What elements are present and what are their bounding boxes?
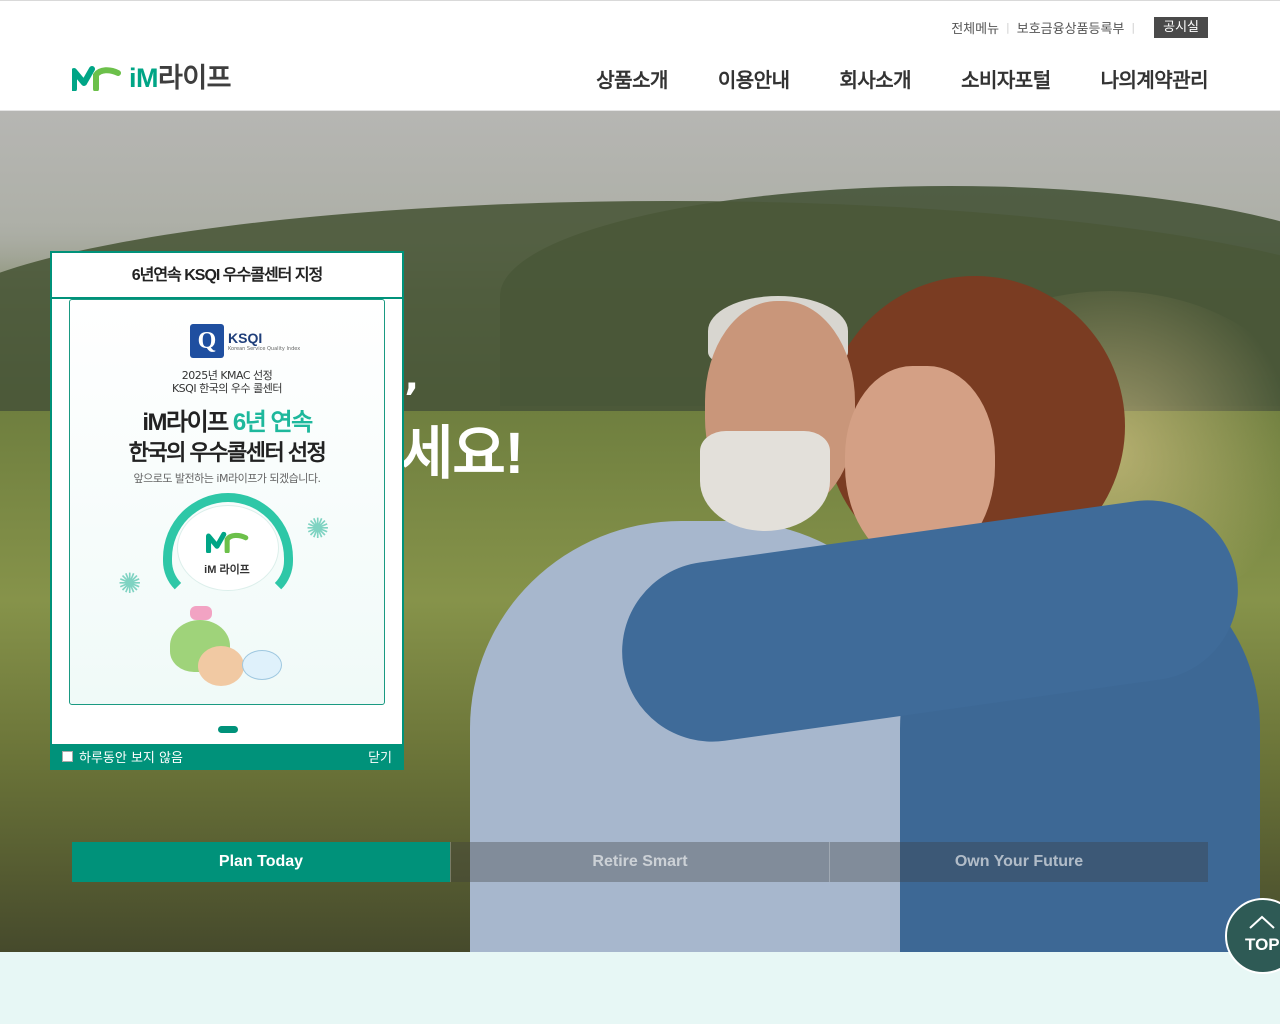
nav-item-company[interactable]: 회사소개	[839, 64, 911, 96]
util-divider: |	[1131, 21, 1136, 34]
hero-headline-mark: ’	[404, 376, 420, 422]
content-section-background	[0, 952, 1280, 1024]
nav-item-consumer-portal[interactable]: 소비자포털	[961, 64, 1051, 96]
notice-popup: 6년연속 KSQI 우수콜센터 지정 Q KSQI Korean Service…	[50, 251, 404, 770]
popup-footer: 하루동안 보지 않음 닫기	[52, 744, 402, 768]
util-divider: |	[1006, 21, 1010, 34]
popup-headline-brand: iM라이프	[142, 409, 233, 436]
nav-item-my-contract[interactable]: 나의계약관리	[1101, 64, 1209, 96]
tab-retire-smart[interactable]: Retire Smart	[450, 842, 829, 882]
popup-card-subtext: 앞으로도 발전하는 iM라이프가 되겠습니다.	[133, 472, 321, 485]
main-navigation: 상품소개 이용안내 회사소개 소비자포털 나의계약관리	[546, 64, 1208, 96]
nav-item-guide[interactable]: 이용안내	[718, 64, 790, 96]
mascot-characters	[170, 606, 290, 691]
checkbox-icon[interactable]	[62, 750, 73, 762]
dont-show-today-checkbox[interactable]: 하루동안 보지 않음	[62, 747, 183, 766]
ksqi-label: KSQI	[228, 329, 263, 346]
mascot-bird	[242, 650, 282, 680]
logo-im: iM	[129, 63, 159, 93]
logo-life: 라이프	[158, 63, 232, 93]
popup-title: 6년연속 KSQI 우수콜센터 지정	[52, 253, 402, 299]
headset-badge-text: iM 라이프	[204, 564, 250, 576]
disclosure-button[interactable]: 공시실	[1154, 17, 1208, 38]
popup-pager-dot[interactable]	[218, 726, 238, 733]
popup-card-headline2: 한국의 우수콜센터 선정	[128, 440, 327, 465]
ksqi-sublabel: Korean Service Quality Index	[228, 345, 301, 352]
popup-headline-highlight: 6년 연속	[232, 409, 313, 436]
util-link-protected-products[interactable]: 보호금융상품등록부	[1017, 18, 1125, 37]
popup-card-headline1: iM라이프 6년 연속	[70, 402, 384, 437]
top-border	[0, 0, 1280, 1]
mascot-bow	[190, 606, 212, 620]
nav-item-products[interactable]: 상품소개	[596, 64, 668, 96]
site-logo[interactable]: iM라이프	[72, 63, 232, 93]
popup-banner-image[interactable]: Q KSQI Korean Service Quality Index 2025…	[69, 299, 385, 705]
firework-icon: ✺	[306, 512, 330, 545]
hero-tabs: Plan Today Retire Smart Own Your Future	[72, 842, 1208, 882]
ksqi-q-icon: Q	[190, 324, 224, 358]
popup-card-line2: KSQI 한국의 우수 콜센터	[171, 382, 283, 395]
util-link-all-menu[interactable]: 전체메뉴	[951, 18, 999, 37]
chevron-up-icon	[1249, 915, 1275, 929]
popup-close-button[interactable]: 닫기	[368, 747, 392, 766]
hero-headline: 세요!	[400, 421, 524, 486]
mascot-cat	[198, 646, 244, 686]
scroll-top-label: TOP	[1245, 935, 1280, 954]
utility-menu: 전체메뉴 | 보호금융상품등록부 | 공시실	[951, 17, 1208, 38]
tab-own-your-future[interactable]: Own Your Future	[829, 842, 1208, 882]
logo-wordmark: iM라이프	[129, 63, 232, 93]
tab-plan-today[interactable]: Plan Today	[72, 842, 450, 882]
im-logo-icon	[72, 66, 121, 91]
im-logo-icon	[206, 531, 249, 553]
dont-show-today-label: 하루동안 보지 않음	[79, 750, 183, 766]
hero-photo-man-beard	[700, 431, 830, 531]
ksqi-logo: Q KSQI Korean Service Quality Index	[190, 324, 300, 358]
